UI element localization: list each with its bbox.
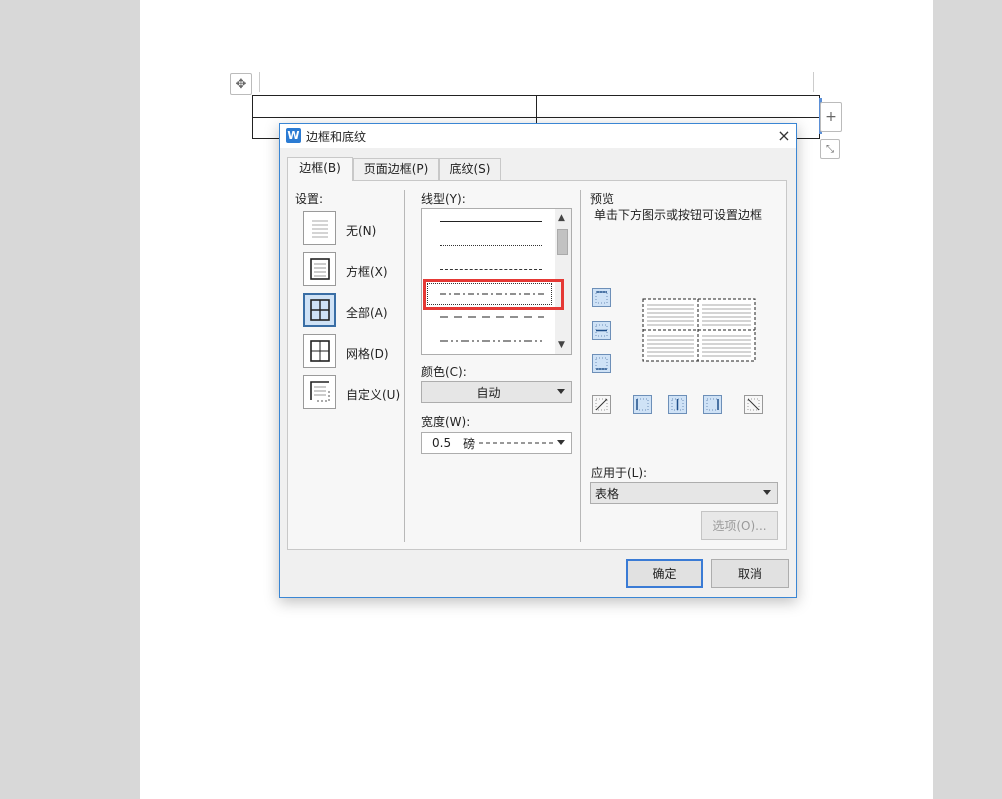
all-borders-icon[interactable] xyxy=(303,293,336,327)
column-divider-right xyxy=(580,190,581,542)
apply-to-value: 表格 xyxy=(595,486,620,501)
close-icon[interactable]: × xyxy=(774,126,794,146)
setting-all-label[interactable]: 全部(A) xyxy=(346,304,388,321)
inside-vertical-border-icon[interactable] xyxy=(668,395,687,414)
width-dropdown[interactable]: 0.5 磅 xyxy=(421,432,572,454)
custom-border-icon[interactable] xyxy=(303,375,336,409)
tab-shading[interactable]: 底纹(S) xyxy=(439,158,501,180)
ok-button[interactable]: 确定 xyxy=(626,559,703,588)
line-option-dotted[interactable] xyxy=(440,245,542,246)
inside-horizontal-border-icon[interactable] xyxy=(592,321,611,340)
setting-box-label[interactable]: 方框(X) xyxy=(346,263,388,280)
scroll-thumb[interactable] xyxy=(557,229,568,255)
grid-border-icon[interactable] xyxy=(303,334,336,368)
box-border-icon[interactable] xyxy=(303,252,336,286)
bottom-border-icon[interactable] xyxy=(592,354,611,373)
border-preview-icon[interactable] xyxy=(642,298,757,364)
cancel-button[interactable]: 取消 xyxy=(711,559,789,588)
column-divider-left xyxy=(404,190,405,542)
color-label: 颜色(C): xyxy=(421,365,467,379)
scroll-up-icon[interactable]: ▲ xyxy=(558,213,565,223)
right-border-icon[interactable] xyxy=(703,395,722,414)
tab-borders[interactable]: 边框(B) xyxy=(287,157,353,181)
dialog-title: 边框和底纹 xyxy=(306,130,367,144)
diagonal-up-border-icon[interactable] xyxy=(592,395,611,414)
wps-app-icon: W xyxy=(286,128,301,143)
left-border-icon[interactable] xyxy=(633,395,652,414)
no-border-icon[interactable] xyxy=(303,211,336,245)
settings-heading: 设置: xyxy=(295,192,324,206)
color-dropdown[interactable]: 自动 xyxy=(421,381,572,403)
preview-heading: 预览 xyxy=(590,192,615,206)
borders-shading-dialog: W 边框和底纹 × 边框(B) 页面边框(P) 底纹(S) 设置: 无(N) 方… xyxy=(279,123,797,598)
chevron-down-icon xyxy=(763,490,771,495)
width-line-sample xyxy=(479,442,556,444)
scroll-down-icon[interactable]: ▼ xyxy=(558,340,565,350)
setting-grid-label[interactable]: 网格(D) xyxy=(346,345,389,362)
annotation-highlight-box xyxy=(423,279,564,310)
width-unit: 磅 xyxy=(463,436,476,451)
diagonal-down-border-icon[interactable] xyxy=(744,395,763,414)
line-option-solid[interactable] xyxy=(440,221,542,222)
line-option-long-dash[interactable] xyxy=(440,316,544,318)
line-option-dashed[interactable] xyxy=(440,269,542,270)
options-button[interactable]: 选项(O)... xyxy=(701,511,778,540)
color-value: 自动 xyxy=(476,385,501,400)
setting-custom-label[interactable]: 自定义(U) xyxy=(346,386,400,403)
top-border-icon[interactable] xyxy=(592,288,611,307)
chevron-down-icon xyxy=(557,440,565,445)
chevron-down-icon xyxy=(557,389,565,394)
width-label: 宽度(W): xyxy=(421,415,471,429)
line-option-dash-dot-dot[interactable] xyxy=(440,340,544,342)
setting-none-label[interactable]: 无(N) xyxy=(346,222,376,239)
tab-page-borders[interactable]: 页面边框(P) xyxy=(353,158,439,180)
preview-hint: 单击下方图示或按钮可设置边框 xyxy=(594,208,763,222)
apply-to-dropdown[interactable]: 表格 xyxy=(590,482,778,504)
width-value: 0.5 xyxy=(432,436,452,450)
apply-to-label: 应用于(L): xyxy=(591,466,648,480)
line-style-heading: 线型(Y): xyxy=(421,192,466,206)
